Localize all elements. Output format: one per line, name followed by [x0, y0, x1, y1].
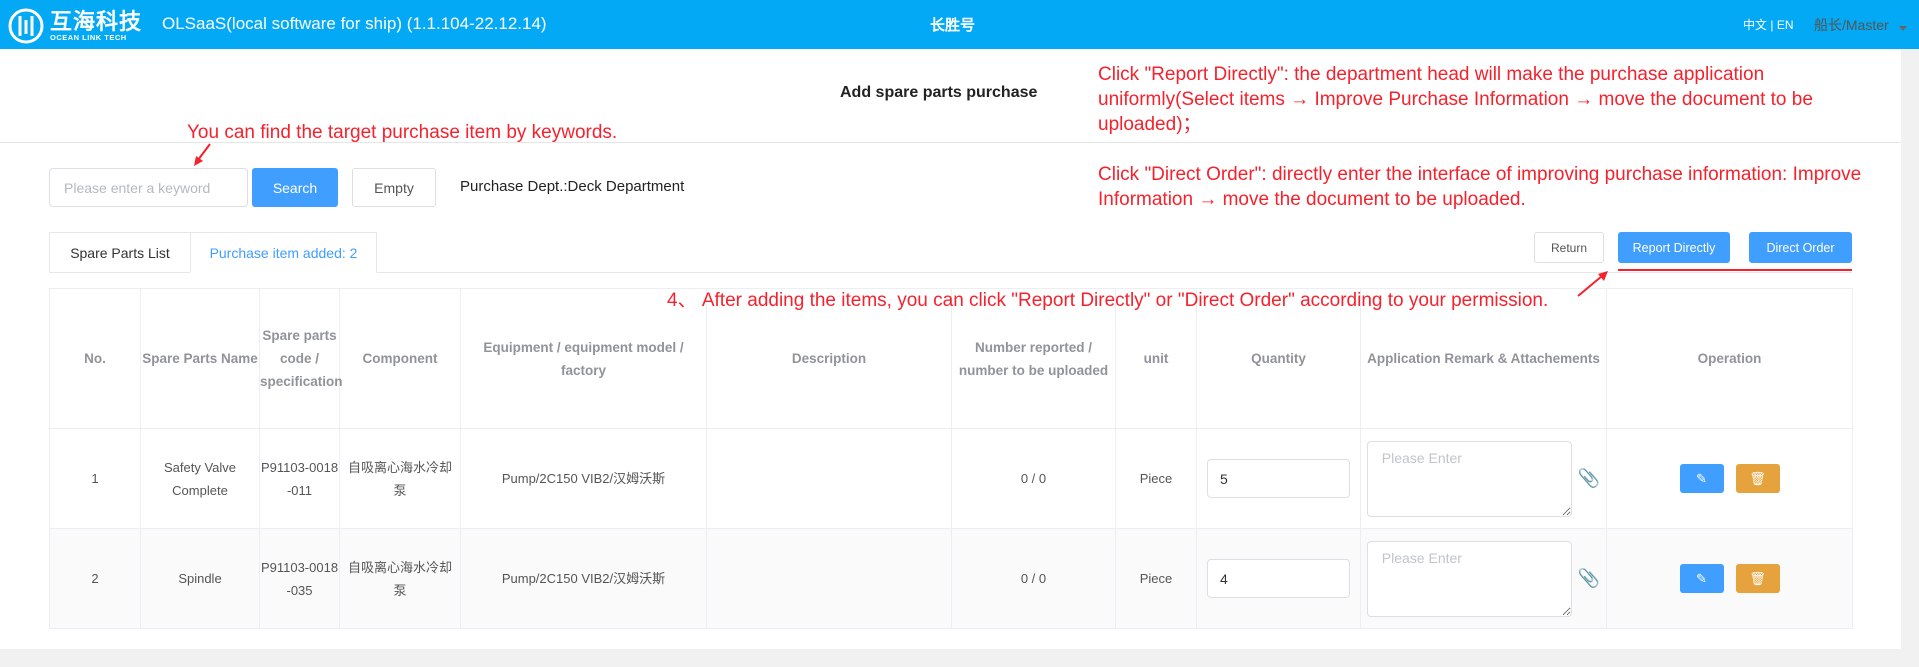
- annotation-arrow-icon: [1577, 271, 1608, 297]
- cell-quantity: [1196, 428, 1361, 529]
- purchase-dept: Purchase Dept.:Deck Department: [460, 178, 685, 195]
- return-button[interactable]: Return: [1534, 232, 1604, 263]
- cell-equipment: Pump/2C150 VIB2/汉姆沃斯: [460, 428, 707, 529]
- cell-reported: 0 / 0: [951, 528, 1116, 629]
- user-menu[interactable]: 船长/Master: [1814, 15, 1889, 35]
- annotation-keyword: You can find the target purchase item by…: [187, 122, 618, 143]
- top-bar: 互海科技 OCEAN LINK TECH OLSaaS(local softwa…: [0, 0, 1919, 49]
- remark-textarea[interactable]: [1366, 440, 1572, 517]
- pencil-icon: ✎: [1696, 471, 1707, 486]
- col-name: Spare Parts Name: [140, 288, 260, 429]
- col-code: Spare parts code / specification: [259, 288, 343, 429]
- app-title: OLSaaS(local software for ship) (1.1.104…: [162, 14, 547, 33]
- cell-component: 自吸离心海水冷却泵: [339, 428, 461, 529]
- ship-name: 长胜号: [930, 17, 976, 34]
- cell-quantity: [1196, 528, 1361, 629]
- cell-description: [706, 428, 952, 529]
- trash-icon: 🗑: [1749, 471, 1766, 486]
- quantity-input[interactable]: [1207, 459, 1350, 498]
- table-row: 2 Spindle P91103-0018-035 自吸离心海水冷却泵 Pump…: [49, 528, 1853, 629]
- delete-button[interactable]: 🗑: [1735, 564, 1780, 593]
- logo: 互海科技 OCEAN LINK TECH: [8, 8, 142, 44]
- cell-reported: 0 / 0: [951, 428, 1116, 529]
- cell-unit: Piece: [1115, 528, 1197, 629]
- logo-text-cn: 互海科技: [50, 8, 143, 34]
- cell-operation: ✎ 🗑: [1606, 428, 1853, 529]
- purchase-items-table: No. Spare Parts Name Spare parts code / …: [49, 288, 1853, 629]
- cell-no: 2: [49, 528, 141, 629]
- cell-unit: Piece: [1115, 428, 1197, 529]
- trash-icon: 🗑: [1749, 571, 1766, 586]
- annotation-arrow-icon: [194, 143, 211, 166]
- cell-equipment: Pump/2C150 VIB2/汉姆沃斯: [460, 528, 707, 629]
- remark-textarea[interactable]: [1366, 540, 1572, 617]
- chevron-down-icon[interactable]: [1899, 26, 1907, 31]
- empty-button[interactable]: Empty: [352, 168, 436, 207]
- language-switch: 中文 | EN: [1743, 16, 1794, 33]
- lang-en[interactable]: EN: [1777, 18, 1794, 32]
- cell-code: P91103-0018-035: [259, 528, 340, 629]
- table-row: 1 Safety Valve Complete P91103-0018-011 …: [49, 428, 1853, 529]
- keyword-search-input[interactable]: [49, 168, 248, 207]
- lang-cn[interactable]: 中文: [1743, 18, 1767, 32]
- edit-button[interactable]: ✎: [1679, 564, 1724, 593]
- cell-name: Spindle: [140, 528, 260, 629]
- cell-description: [706, 528, 952, 629]
- tab-bar-line: [377, 272, 1852, 273]
- col-no: No.: [49, 288, 141, 429]
- page-title: Add spare parts purchase: [840, 84, 1038, 101]
- tab-spare-parts-list[interactable]: Spare Parts List: [49, 232, 191, 273]
- annotation-direct-order: Click "Direct Order": directly enter the…: [1098, 164, 1862, 210]
- cell-remark: 📎: [1360, 528, 1607, 629]
- cell-remark: 📎: [1360, 428, 1607, 529]
- cell-no: 1: [49, 428, 141, 529]
- col-component: Component: [339, 288, 461, 429]
- cell-operation: ✎ 🗑: [1606, 528, 1853, 629]
- tab-purchase-item-added[interactable]: Purchase item added: 2: [190, 232, 377, 273]
- direct-order-button[interactable]: Direct Order: [1749, 232, 1852, 263]
- report-directly-button[interactable]: Report Directly: [1618, 232, 1730, 263]
- logo-icon: [8, 8, 44, 44]
- cell-name: Safety Valve Complete: [140, 428, 260, 529]
- vertical-scrollbar[interactable]: [1901, 49, 1919, 649]
- horizontal-scrollbar[interactable]: [0, 649, 1919, 667]
- delete-button[interactable]: 🗑: [1735, 464, 1780, 493]
- paperclip-icon[interactable]: 📎: [1578, 568, 1600, 588]
- annotation-step4: 4、 After adding the items, you can click…: [667, 290, 1549, 311]
- search-button[interactable]: Search: [252, 168, 338, 207]
- lang-separator: |: [1770, 18, 1774, 32]
- logo-text-en: OCEAN LINK TECH: [50, 32, 127, 42]
- annotation-report-directly: Click "Report Directly": the department …: [1098, 64, 1813, 135]
- pencil-icon: ✎: [1696, 571, 1707, 586]
- paperclip-icon[interactable]: 📎: [1578, 468, 1600, 488]
- cell-component: 自吸离心海水冷却泵: [339, 528, 461, 629]
- edit-button[interactable]: ✎: [1679, 464, 1724, 493]
- annotation-underline: [1618, 269, 1852, 271]
- quantity-input[interactable]: [1207, 559, 1350, 598]
- col-operation: Operation: [1606, 288, 1853, 429]
- cell-code: P91103-0018-011: [259, 428, 340, 529]
